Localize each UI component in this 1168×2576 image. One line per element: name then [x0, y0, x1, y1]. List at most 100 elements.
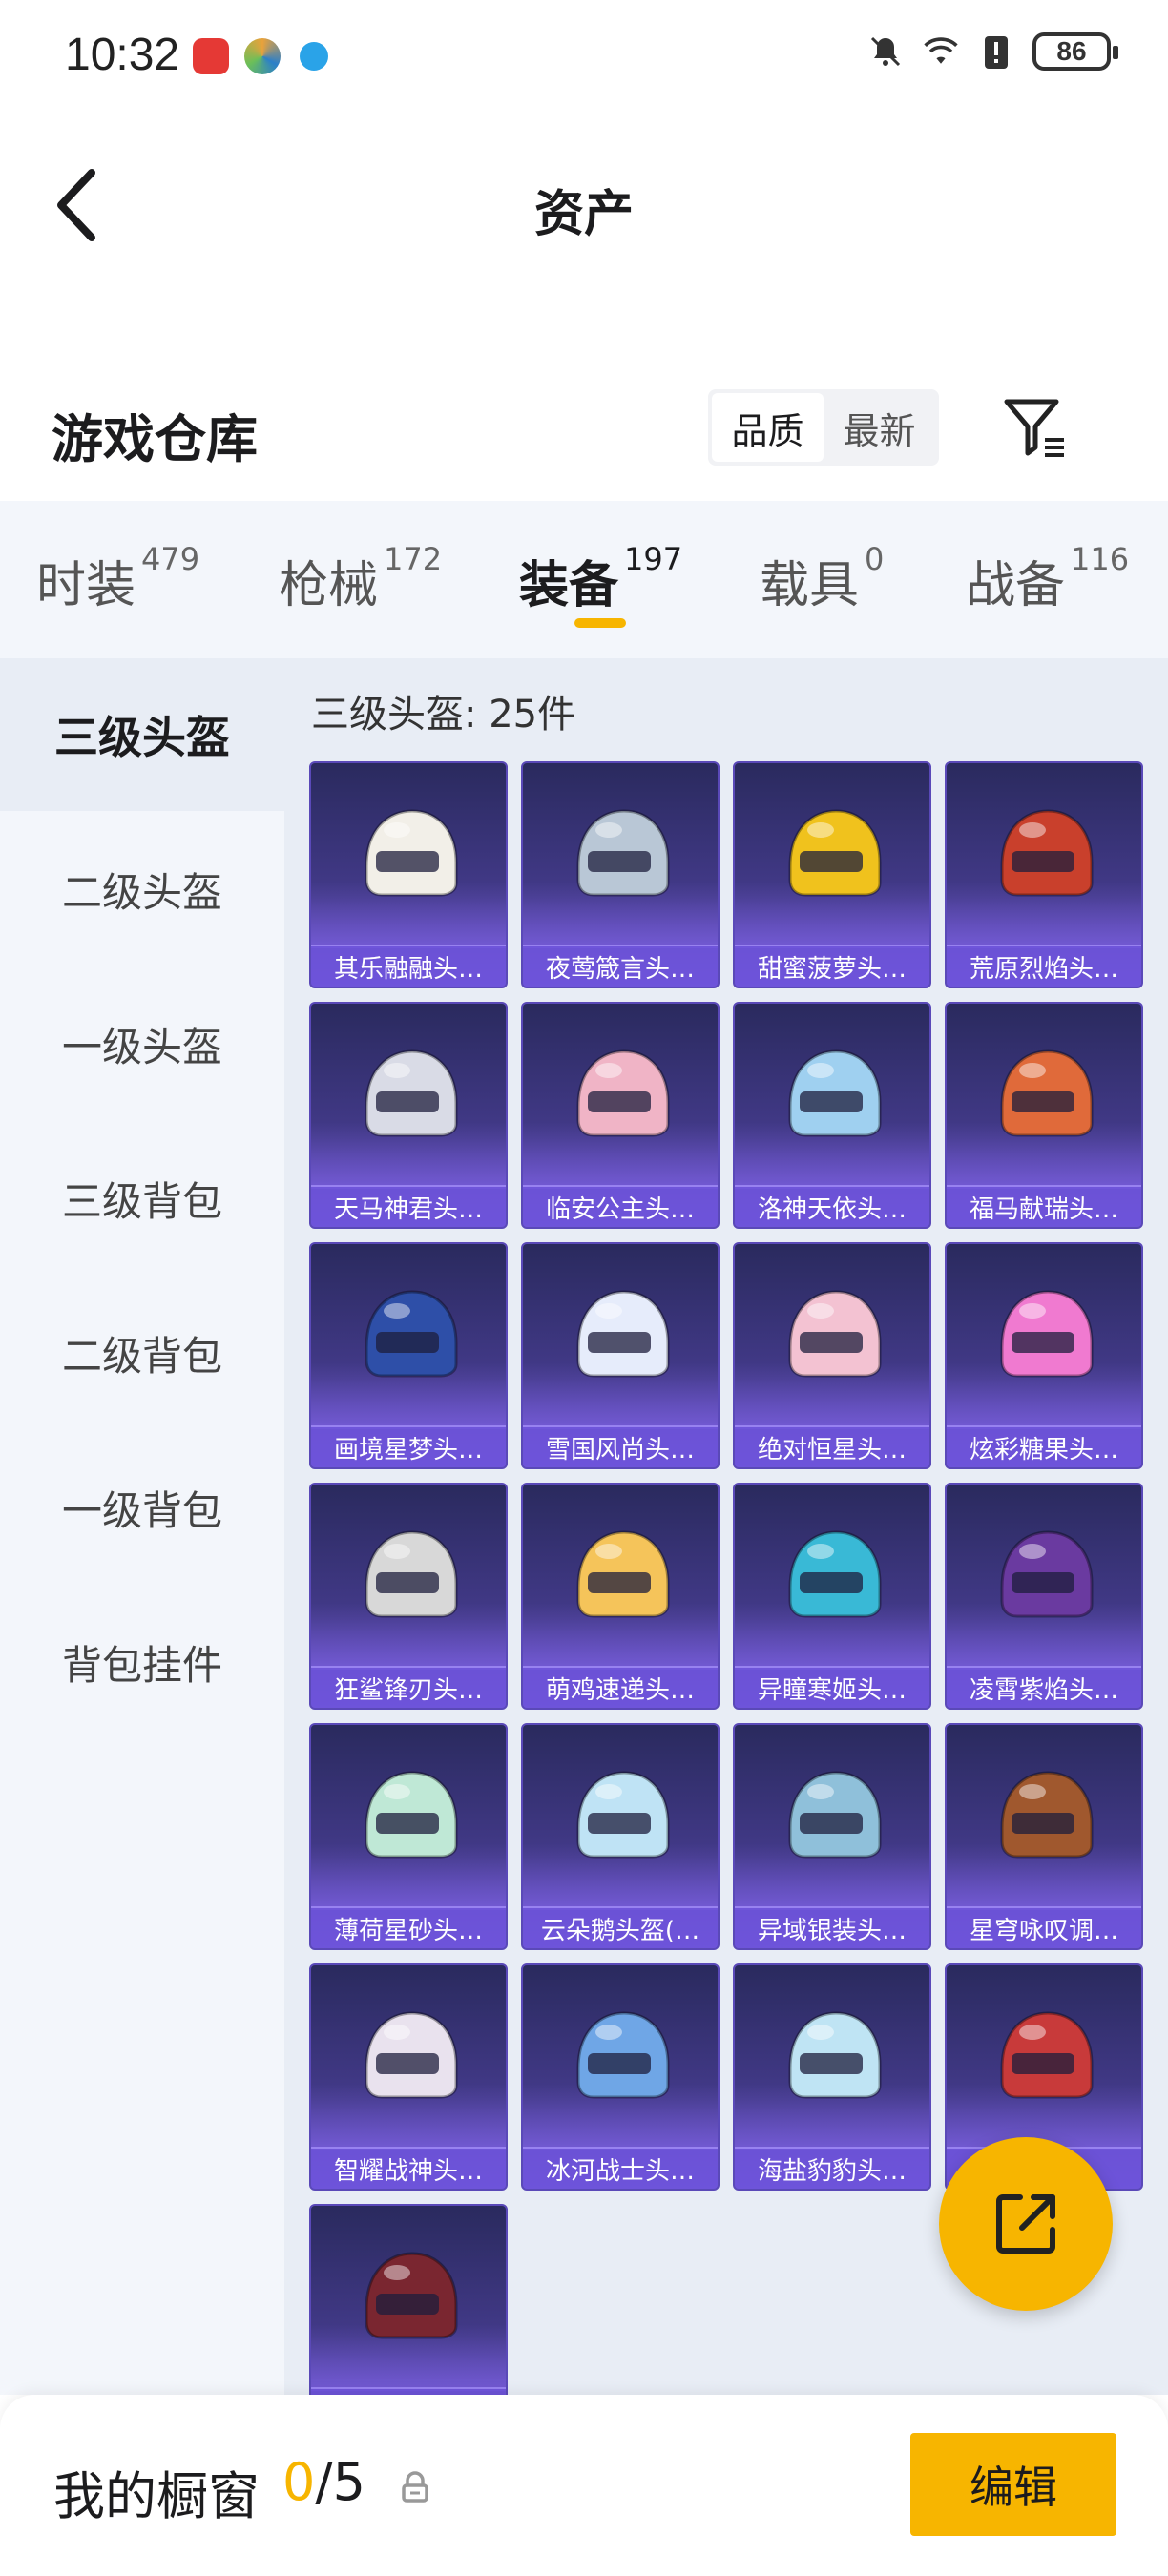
helmet-icon	[365, 1049, 458, 1137]
tab-label: 装备	[519, 557, 619, 614]
share-icon	[996, 2194, 1055, 2254]
tab-count: 0	[865, 541, 885, 577]
active-tab-indicator	[574, 618, 626, 628]
tab-supplies[interactable]: 战备 116	[966, 541, 1129, 616]
item-name: 甜蜜菠萝头…	[735, 945, 929, 987]
showcase-label: 我的橱窗	[53, 2466, 260, 2526]
alert-icon	[977, 32, 1015, 71]
item-panel: 三级头盔: 25件 其乐融融头… 夜莺箴言头… 甜蜜菠萝头… 荒原烈焰头… 天马神君头……	[284, 658, 1168, 2395]
helmet-icon	[788, 1290, 882, 1378]
item-name: 画境星梦头…	[311, 1425, 506, 1467]
item-card[interactable]: 天马神君头…	[309, 1002, 508, 1229]
sort-toggle: 品质 最新	[708, 389, 939, 466]
helmet-icon	[365, 2011, 458, 2099]
helmet-icon	[788, 2011, 882, 2099]
mute-icon	[866, 32, 905, 71]
item-card[interactable]: 炫彩糖果头…	[945, 1242, 1143, 1469]
helmet-icon	[365, 1290, 458, 1378]
item-card[interactable]: 临安公主头…	[521, 1002, 720, 1229]
tab-label: 时装	[36, 557, 136, 614]
item-card[interactable]: 画境星梦头…	[309, 1242, 508, 1469]
item-name: 异域银装头…	[735, 1906, 929, 1948]
item-card[interactable]: 异瞳寒姬头…	[733, 1483, 931, 1710]
item-name: 夜莺箴言头…	[523, 945, 718, 987]
helmet-icon	[788, 1530, 882, 1618]
status-bar: 10:32 86	[0, 0, 1168, 114]
showcase-total: 5	[332, 2452, 365, 2512]
sidebar-item-level3-backpack[interactable]: 三级背包	[0, 1122, 284, 1275]
item-name: 智耀战神头…	[311, 2147, 506, 2189]
share-button[interactable]	[939, 2137, 1113, 2311]
filter-button[interactable]	[998, 391, 1071, 464]
sidebar-item-level2-backpack[interactable]: 二级背包	[0, 1277, 284, 1429]
sub-category-sidebar: 三级头盔 二级头盔 一级头盔 三级背包 二级背包 一级背包 背包挂件	[0, 658, 284, 2395]
helmet-icon	[365, 809, 458, 897]
item-card[interactable]: 洛神天依头…	[733, 1002, 931, 1229]
item-card[interactable]: 智耀战神头…	[309, 1963, 508, 2191]
item-name: 云朵鹅头盔(…	[523, 1906, 718, 1948]
item-name: 薄荷星砂头…	[311, 1906, 506, 1948]
helmet-icon	[1000, 1290, 1094, 1378]
warehouse-bar: 游戏仓库 品质 最新	[0, 363, 1168, 496]
helmet-icon	[365, 1771, 458, 1859]
item-card[interactable]: 星穹咏叹调…	[945, 1723, 1143, 1950]
item-name: 荒原烈焰头…	[947, 945, 1141, 987]
sidebar-item-level2-helmet[interactable]: 二级头盔	[0, 813, 284, 966]
item-name: 冰河战士头…	[523, 2147, 718, 2189]
item-card[interactable]: 冰河战士头…	[521, 1963, 720, 2191]
helmet-icon	[1000, 809, 1094, 897]
page-title: 资产	[533, 186, 634, 243]
tab-count: 197	[624, 541, 683, 577]
item-name: 异瞳寒姬头…	[735, 1666, 929, 1708]
tab-equipment[interactable]: 装备 197	[519, 541, 682, 616]
item-card[interactable]: 福马献瑞头…	[945, 1002, 1143, 1229]
tab-vehicles[interactable]: 载具 0	[760, 541, 884, 616]
tab-count: 479	[141, 541, 200, 577]
helmet-icon	[788, 1049, 882, 1137]
item-card[interactable]: 狂鲨锋刃头…	[309, 1483, 508, 1710]
item-card[interactable]: 雪国风尚头…	[521, 1242, 720, 1469]
helmet-icon	[576, 1290, 670, 1378]
item-card[interactable]: 荒原烈焰头…	[945, 761, 1143, 988]
item-name: 绝对恒星头…	[735, 1425, 929, 1467]
helmet-icon	[576, 2011, 670, 2099]
item-card[interactable]: 绝对恒星头…	[733, 1242, 931, 1469]
status-icons: 86	[866, 32, 1118, 71]
helmet-icon	[576, 1049, 670, 1137]
helmet-icon	[1000, 1049, 1094, 1137]
browser-app-icon	[244, 38, 281, 74]
showcase-bar: 我的橱窗 0/5 编辑	[0, 2395, 1168, 2576]
item-card[interactable]	[309, 2204, 508, 2395]
item-card[interactable]: 其乐融融头…	[309, 761, 508, 988]
showcase-separator: /	[315, 2452, 333, 2512]
helmet-icon	[1000, 2011, 1094, 2099]
sort-quality-button[interactable]: 品质	[712, 393, 824, 462]
item-card[interactable]: 凌霄紫焰头…	[945, 1483, 1143, 1710]
tab-fashion[interactable]: 时装 479	[36, 541, 199, 616]
item-name: 福马献瑞头…	[947, 1185, 1141, 1227]
category-tabs: 时装 479 枪械 172 装备 197 载具 0 战备 116	[0, 501, 1168, 658]
sidebar-item-level1-backpack[interactable]: 一级背包	[0, 1431, 284, 1584]
sidebar-item-level1-helmet[interactable]: 一级头盔	[0, 967, 284, 1120]
item-card[interactable]: 萌鸡速递头…	[521, 1483, 720, 1710]
item-card[interactable]: 夜莺箴言头…	[521, 761, 720, 988]
battery-icon: 86	[1032, 32, 1118, 71]
tab-weapons[interactable]: 枪械 172	[279, 541, 442, 616]
item-card[interactable]: 薄荷星砂头…	[309, 1723, 508, 1950]
item-card[interactable]: 海盐豹豹头…	[733, 1963, 931, 2191]
status-time: 10:32	[65, 30, 180, 80]
item-name: 临安公主头…	[523, 1185, 718, 1227]
app-header: 资产	[0, 114, 1168, 296]
lock-icon	[402, 2471, 428, 2503]
wifi-icon	[922, 32, 960, 71]
tab-label: 战备	[966, 557, 1066, 614]
edit-button[interactable]: 编辑	[910, 2433, 1116, 2536]
sidebar-item-backpack-charm[interactable]: 背包挂件	[0, 1586, 284, 1738]
sidebar-item-level3-helmet[interactable]: 三级头盔	[0, 658, 284, 811]
item-card[interactable]: 甜蜜菠萝头…	[733, 761, 931, 988]
tab-label: 载具	[760, 557, 860, 614]
sort-newest-button[interactable]: 最新	[824, 393, 935, 462]
item-card[interactable]: 异域银装头…	[733, 1723, 931, 1950]
helmet-icon	[365, 1530, 458, 1618]
item-card[interactable]: 云朵鹅头盔(…	[521, 1723, 720, 1950]
